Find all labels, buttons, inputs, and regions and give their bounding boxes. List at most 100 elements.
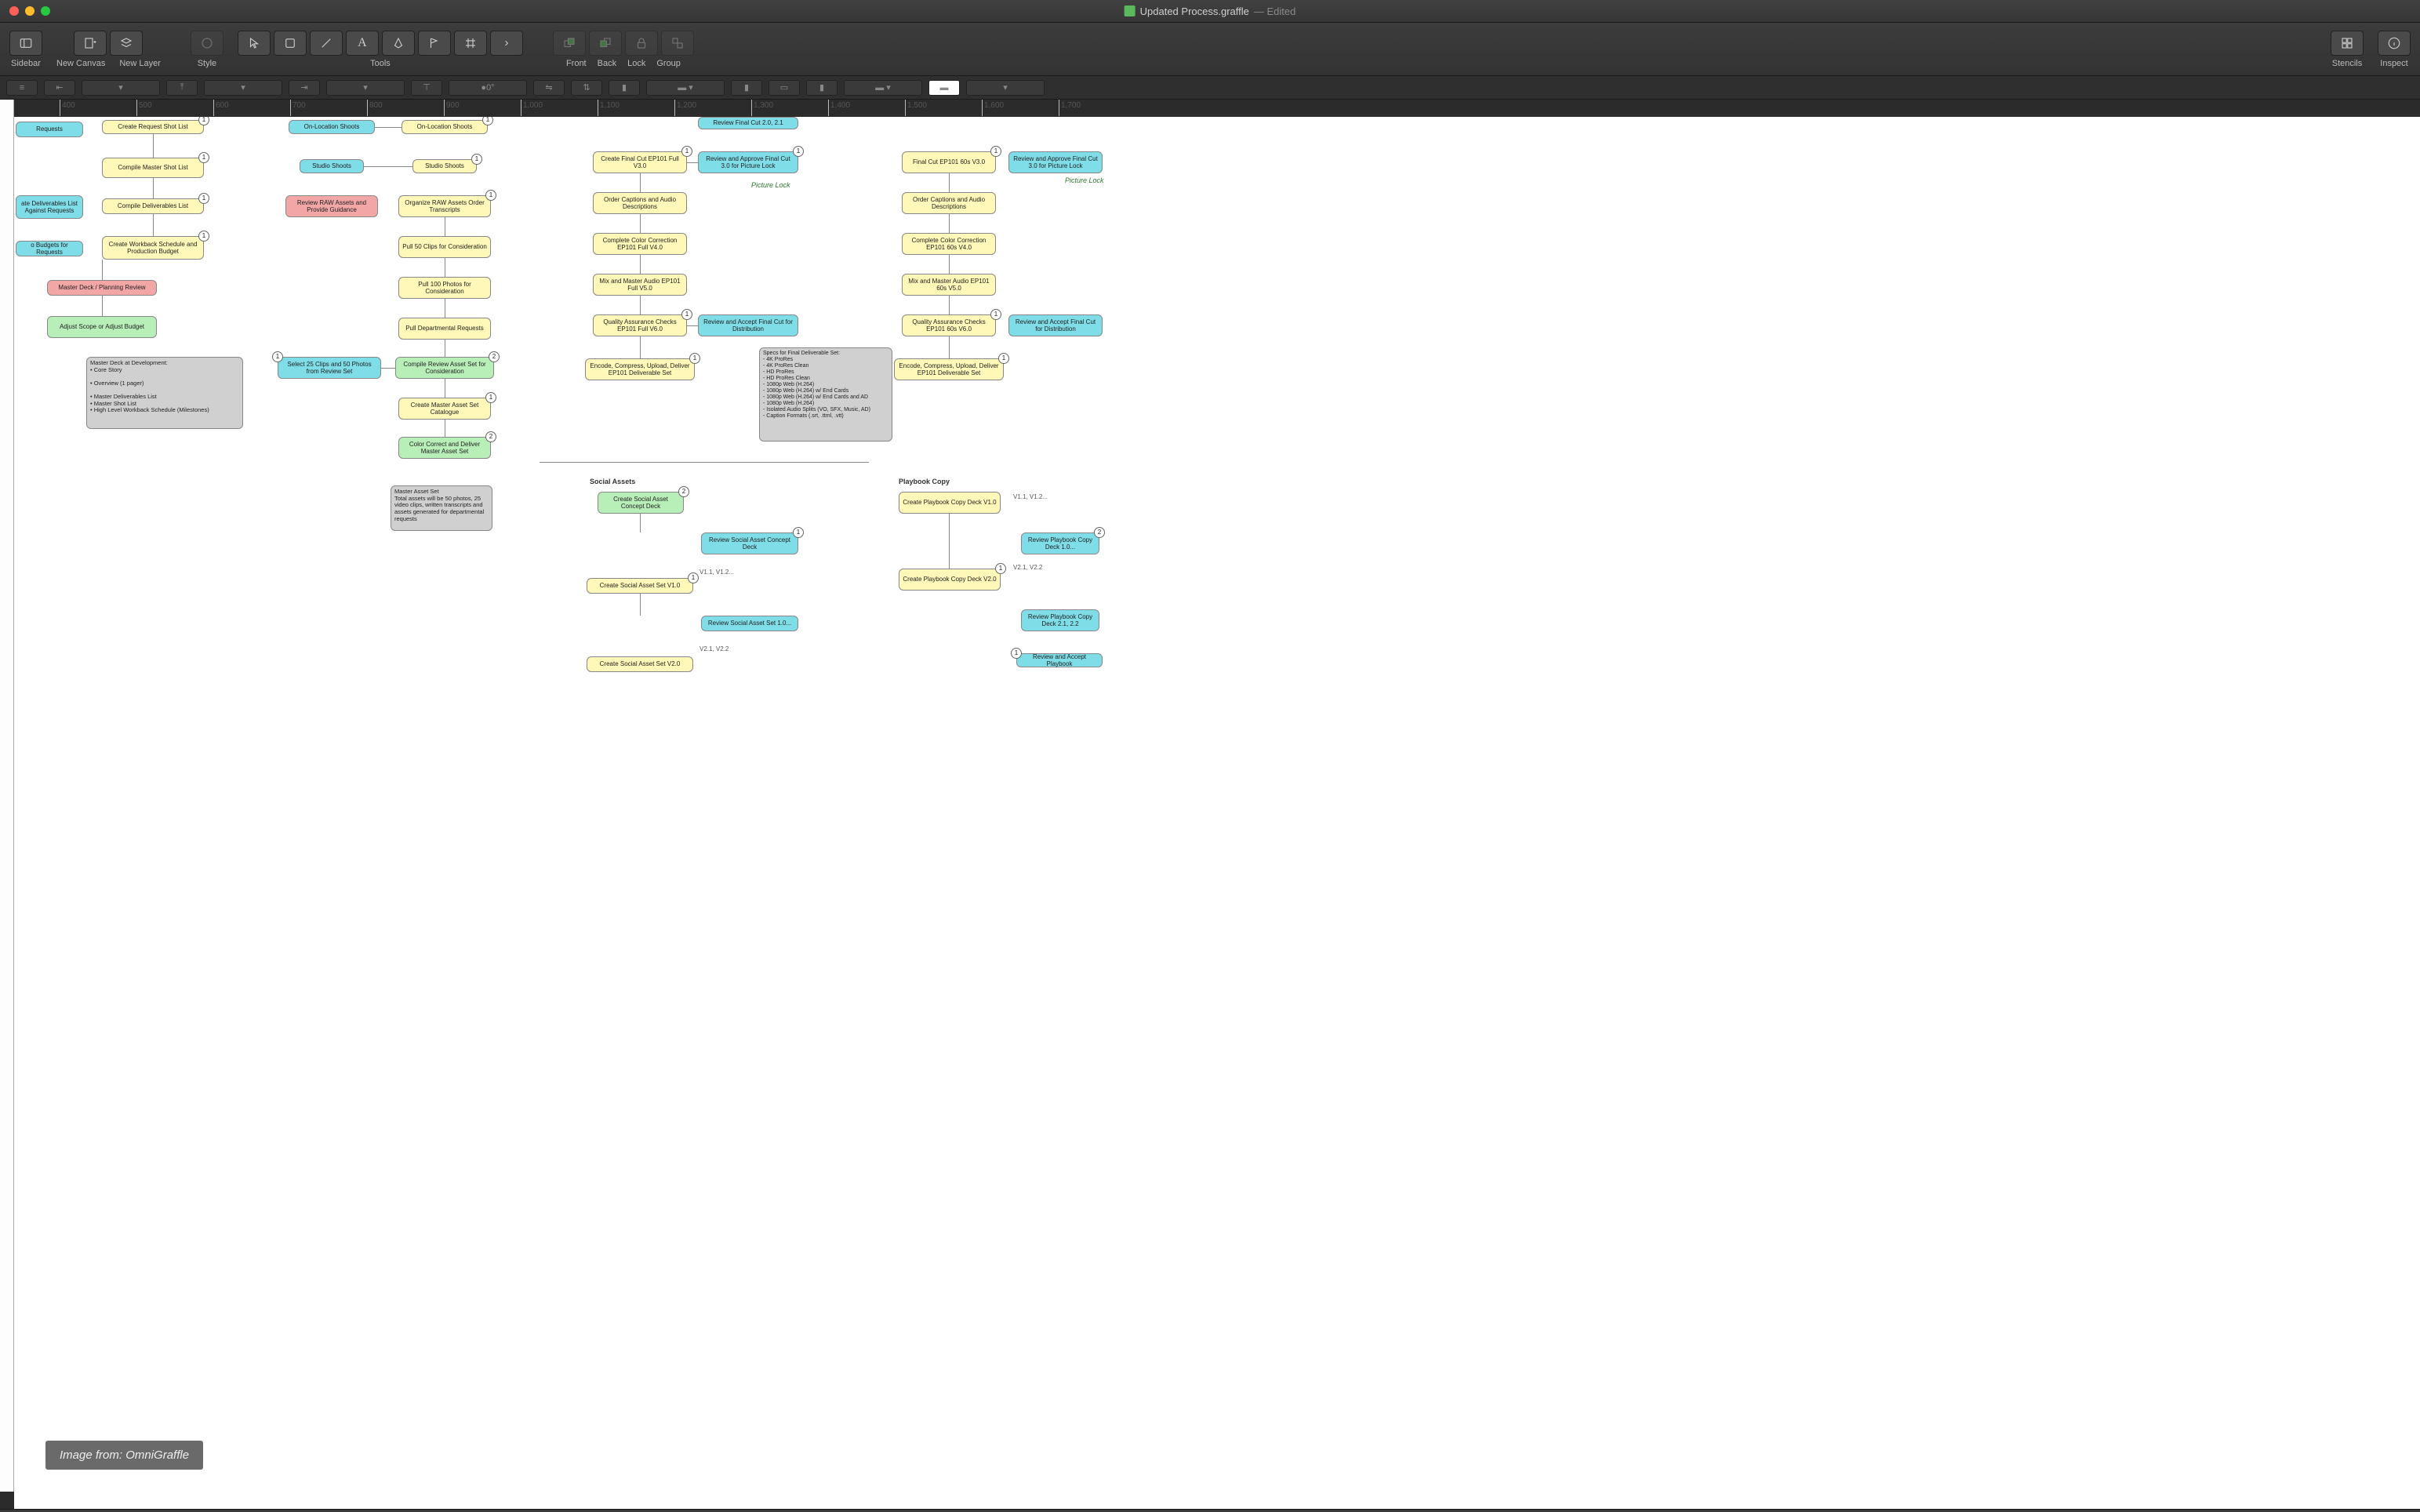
new-canvas-button[interactable] — [74, 31, 107, 56]
node-qa-v6[interactable]: Quality Assurance Checks EP101 Full V6.0… — [593, 314, 687, 336]
grid-tool[interactable] — [454, 31, 487, 56]
fill-select[interactable]: ▬ ▾ — [646, 80, 725, 96]
node-qa60-v6[interactable]: Quality Assurance Checks EP101 60s V6.01 — [902, 314, 996, 336]
label-v11b: V1.1, V1.2... — [1013, 493, 1048, 500]
flip-v[interactable]: ⇅ — [571, 80, 602, 96]
list-style[interactable]: ≡ — [6, 80, 38, 96]
node-deliv-list[interactable]: ate Deliverables List Against Requests — [16, 195, 83, 219]
node-req-shot[interactable]: Create Request Shot List1 — [102, 120, 204, 134]
node-encode60[interactable]: Encode, Compress, Upload, Deliver EP101 … — [894, 358, 1004, 380]
group-button[interactable] — [661, 31, 694, 56]
node-playbook-v2[interactable]: Create Playbook Copy Deck V2.01 — [899, 569, 1001, 591]
node-social-v1[interactable]: Create Social Asset Set V1.01 — [587, 578, 693, 594]
note-master-asset[interactable]: Master Asset Set Total assets will be 50… — [391, 485, 492, 531]
more-tools[interactable]: › — [490, 31, 523, 56]
rotation-field[interactable]: ● 0° — [449, 80, 527, 96]
node-comp-shot[interactable]: Compile Master Shot List1 — [102, 158, 204, 178]
node-workback[interactable]: Create Workback Schedule and Production … — [102, 236, 204, 260]
spacing[interactable]: ▾ — [326, 80, 405, 96]
close-icon[interactable] — [9, 6, 19, 16]
lock-button[interactable] — [625, 31, 658, 56]
back-button[interactable] — [589, 31, 622, 56]
node-mix-v5[interactable]: Mix and Master Audio EP101 Full V5.0 — [593, 274, 687, 296]
text-tool[interactable]: A — [346, 31, 379, 56]
node-accept-playbook[interactable]: Review and Accept Playbook1 — [1016, 653, 1103, 667]
pen-tool[interactable] — [382, 31, 415, 56]
stroke-2[interactable]: ▭ — [769, 80, 800, 96]
stencils-button[interactable] — [2331, 31, 2364, 56]
note-master-deck[interactable]: Master Deck at Development: • Core Story… — [86, 357, 243, 429]
ruler-tick: 900 — [444, 100, 460, 116]
node-create-fc3[interactable]: Create Final Cut EP101 Full V3.01 — [593, 151, 687, 173]
zoom-icon[interactable] — [41, 6, 50, 16]
node-onloc1[interactable]: On-Location Shoots — [289, 120, 375, 134]
ruler-vertical[interactable] — [0, 117, 14, 1492]
node-approve60-fc3[interactable]: Review and Approve Final Cut 3.0 for Pic… — [1008, 151, 1103, 173]
node-pull50[interactable]: Pull 50 Clips for Consideration — [398, 236, 491, 258]
node-mix60-v5[interactable]: Mix and Master Audio EP101 60s V5.0 — [902, 274, 996, 296]
node-org-raw[interactable]: Organize RAW Assets Order Transcripts1 — [398, 195, 491, 217]
node-master-review[interactable]: Master Deck / Planning Review — [47, 280, 157, 296]
node-comp-review[interactable]: Compile Review Asset Set for Considerati… — [395, 357, 494, 379]
inspect-button[interactable] — [2378, 31, 2411, 56]
node-budgets[interactable]: o Budgets for Requests — [16, 241, 83, 256]
shadow[interactable]: ▬ — [928, 80, 960, 96]
front-button[interactable] — [553, 31, 586, 56]
node-color-v4[interactable]: Complete Color Correction EP101 Full V4.… — [593, 233, 687, 255]
node-pull-dept[interactable]: Pull Departmental Requests — [398, 318, 491, 340]
node-accept60-dist[interactable]: Review and Accept Final Cut for Distribu… — [1008, 314, 1103, 336]
node-review-playbook2[interactable]: Review Playbook Copy Deck 2.1, 2.2 — [1021, 609, 1099, 631]
node-review-raw[interactable]: Review RAW Assets and Provide Guidance — [285, 195, 378, 217]
connector — [949, 336, 950, 358]
end-select[interactable]: ▾ — [966, 80, 1045, 96]
node-captions60[interactable]: Order Captions and Audio Descriptions — [902, 192, 996, 214]
title-text: Updated Process.graffle — [1140, 5, 1249, 17]
node-review-social-v1[interactable]: Review Social Asset Set 1.0... — [701, 616, 798, 631]
fill-1[interactable]: ▮ — [609, 80, 640, 96]
font-select[interactable]: ▾ — [82, 80, 160, 96]
node-master-cat[interactable]: Create Master Asset Set Catalogue1 — [398, 398, 491, 420]
node-color-correct[interactable]: Color Correct and Deliver Master Asset S… — [398, 437, 491, 459]
node-captions[interactable]: Order Captions and Audio Descriptions — [593, 192, 687, 214]
node-encode[interactable]: Encode, Compress, Upload, Deliver EP101 … — [585, 358, 695, 380]
style-button[interactable] — [191, 31, 223, 56]
size-select[interactable]: ▾ — [204, 80, 282, 96]
flip-h[interactable]: ⇋ — [533, 80, 565, 96]
node-color60-v4[interactable]: Complete Color Correction EP101 60s V4.0 — [902, 233, 996, 255]
stroke-select[interactable]: ▬ ▾ — [844, 80, 922, 96]
node-pull100[interactable]: Pull 100 Photos for Consideration — [398, 277, 491, 299]
node-accept-dist[interactable]: Review and Accept Final Cut for Distribu… — [698, 314, 798, 336]
shape-tool[interactable] — [274, 31, 307, 56]
connector — [949, 255, 950, 274]
node-approve-fc3[interactable]: Review and Approve Final Cut 3.0 for Pic… — [698, 151, 798, 173]
node-playbook-v1[interactable]: Create Playbook Copy Deck V1.0 — [899, 492, 1001, 514]
node-fc60-v3[interactable]: Final Cut EP101 60s V3.01 — [902, 151, 996, 173]
node-review-fc[interactable]: Review Final Cut 2.0, 2.1 — [698, 117, 798, 129]
text-align[interactable]: ⊤ — [411, 80, 442, 96]
canvas[interactable]: Requests Create Request Shot List1 Compi… — [14, 117, 2420, 1509]
ruler-row: 4005006007008009001,0001,1001,2001,3001,… — [0, 100, 2420, 117]
node-requests[interactable]: Requests — [16, 122, 83, 137]
indent[interactable]: ⇥ — [289, 80, 320, 96]
node-onloc2[interactable]: On-Location Shoots1 — [402, 120, 488, 134]
node-comp-deliv[interactable]: Compile Deliverables List1 — [102, 198, 204, 214]
node-social-concept[interactable]: Create Social Asset Concept Deck2 — [598, 492, 684, 514]
new-layer-button[interactable] — [110, 31, 143, 56]
stroke-1[interactable]: ▮ — [731, 80, 762, 96]
minimize-icon[interactable] — [25, 6, 35, 16]
sidebar-button[interactable] — [9, 31, 42, 56]
point-tool[interactable] — [418, 31, 451, 56]
align-v[interactable]: ⤒ — [166, 80, 198, 96]
select-tool[interactable] — [238, 31, 271, 56]
node-review-playbook1[interactable]: Review Playbook Copy Deck 1.0...2 — [1021, 532, 1099, 554]
node-adjust[interactable]: Adjust Scope or Adjust Budget — [47, 316, 157, 338]
line-tool[interactable] — [310, 31, 343, 56]
stroke-3[interactable]: ▮ — [806, 80, 838, 96]
node-select25[interactable]: Select 25 Clips and 50 Photos from Revie… — [278, 357, 381, 379]
node-review-social-concept[interactable]: Review Social Asset Concept Deck1 — [701, 532, 798, 554]
node-social-v2[interactable]: Create Social Asset Set V2.0 — [587, 656, 693, 672]
node-studio2[interactable]: Studio Shoots1 — [412, 159, 477, 173]
note-specs[interactable]: Specs for Final Deliverable Set: - 4K Pr… — [759, 347, 892, 442]
align-h[interactable]: ⇤ — [44, 80, 75, 96]
node-studio1[interactable]: Studio Shoots — [300, 159, 364, 173]
